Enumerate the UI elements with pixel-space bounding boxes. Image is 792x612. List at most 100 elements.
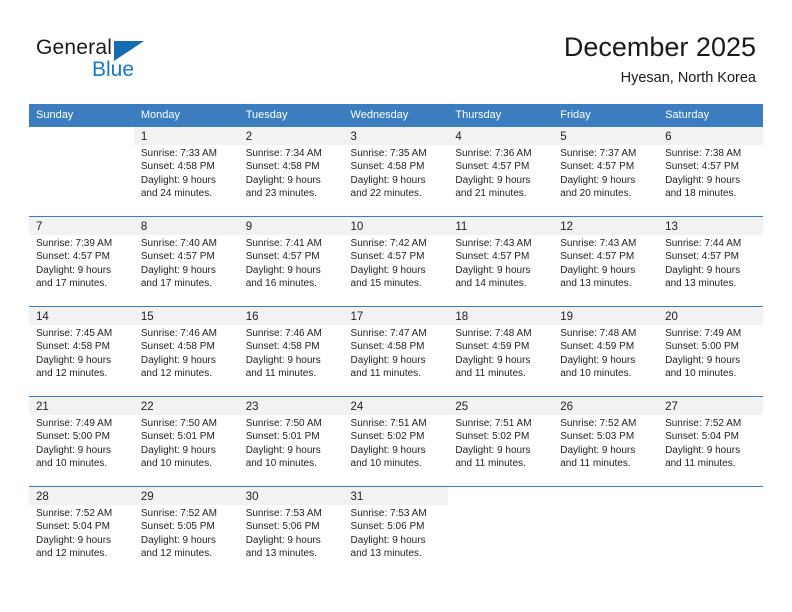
daylight-text-line1: Daylight: 9 hours (245, 354, 321, 366)
calendar-day[interactable]: 19 Sunrise: 7:48 AM Sunset: 4:59 PM Dayligh… (553, 306, 659, 396)
sunrise-text: Sunrise: 7:49 AM (665, 328, 742, 339)
day-details: Sunrise: 7:51 AM Sunset: 5:02 PM Daylight:… (448, 415, 554, 486)
daylight-text-line1: Daylight: 9 hours (455, 354, 531, 366)
sunrise-text: Sunrise: 7:51 AM (455, 418, 532, 429)
sunset-text: Sunset: 4:57 PM (455, 251, 530, 263)
calendar-day[interactable]: 16 Sunrise: 7:46 AM Sunset: 4:58 PM Dayligh… (238, 306, 344, 396)
sunrise-text: Sunrise: 7:33 AM (140, 148, 217, 159)
day-number: 18 (455, 311, 469, 323)
calendar-day[interactable]: 7 Sunrise: 7:39 AM Sunset: 4:57 PM Daylight… (29, 216, 134, 306)
calendar-day[interactable]: 4 Sunrise: 7:36 AM Sunset: 4:57 PM Daylight… (448, 126, 554, 216)
calendar-cell: 3 Sunrise: 7:35 AM Sunset: 4:58 PM Daylight… (343, 126, 449, 216)
calendar-day[interactable]: 27 Sunrise: 7:52 AM Sunset: 5:04 PM Dayligh… (658, 396, 763, 486)
calendar-day[interactable]: 3 Sunrise: 7:35 AM Sunset: 4:58 PM Daylight… (343, 126, 449, 216)
daylight-text-line2: and 10 minutes. (36, 458, 108, 470)
daylight-text-line2: and 16 minutes. (245, 278, 317, 290)
logo-text-general: General (36, 36, 113, 59)
sunrise-text: Sunrise: 7:37 AM (560, 148, 637, 159)
sunset-text: Sunset: 4:57 PM (350, 251, 425, 263)
general-blue-logo[interactable]: General Blue (36, 36, 216, 86)
calendar-cell: 25 Sunrise: 7:51 AM Sunset: 5:02 PM Dayligh… (448, 396, 554, 486)
calendar-day[interactable]: 11 Sunrise: 7:43 AM Sunset: 4:57 PM Dayligh… (448, 216, 554, 306)
daylight-text-line2: and 10 minutes. (350, 458, 422, 470)
calendar-day[interactable]: 25 Sunrise: 7:51 AM Sunset: 5:02 PM Dayligh… (448, 396, 554, 486)
calendar-day[interactable]: 24 Sunrise: 7:51 AM Sunset: 5:02 PM Dayligh… (343, 396, 449, 486)
sunrise-text: Sunrise: 7:46 AM (140, 328, 217, 339)
sunset-text: Sunset: 4:57 PM (560, 251, 635, 263)
sunrise-text: Sunrise: 7:53 AM (350, 508, 427, 519)
day-details: Sunrise: 7:40 AM Sunset: 4:57 PM Daylight:… (133, 235, 239, 306)
calendar-day[interactable]: 1 Sunrise: 7:33 AM Sunset: 4:58 PM Daylight… (133, 126, 239, 216)
calendar-day[interactable]: 13 Sunrise: 7:44 AM Sunset: 4:57 PM Dayligh… (658, 216, 763, 306)
calendar-cell: 28 Sunrise: 7:52 AM Sunset: 5:04 PM Dayligh… (29, 486, 134, 576)
daylight-text-line1: Daylight: 9 hours (560, 444, 636, 456)
calendar-cell (29, 126, 134, 216)
sunset-text: Sunset: 5:01 PM (140, 431, 215, 443)
calendar-day[interactable]: 17 Sunrise: 7:47 AM Sunset: 4:58 PM Dayligh… (343, 306, 449, 396)
day-details: Sunrise: 7:53 AM Sunset: 5:06 PM Daylight:… (343, 505, 449, 576)
calendar-cell: 17 Sunrise: 7:47 AM Sunset: 4:58 PM Dayligh… (343, 306, 449, 396)
calendar-cell (553, 486, 659, 576)
calendar-week-row: 1 Sunrise: 7:33 AM Sunset: 4:58 PM Daylight… (29, 126, 763, 216)
day-number: 5 (560, 131, 567, 143)
calendar-day[interactable]: 10 Sunrise: 7:42 AM Sunset: 4:57 PM Dayligh… (343, 216, 449, 306)
daylight-text-line1: Daylight: 9 hours (140, 174, 216, 186)
calendar-day[interactable]: 22 Sunrise: 7:50 AM Sunset: 5:01 PM Dayligh… (133, 396, 239, 486)
calendar-day[interactable]: 21 Sunrise: 7:49 AM Sunset: 5:00 PM Dayligh… (29, 396, 134, 486)
calendar-day[interactable]: 26 Sunrise: 7:52 AM Sunset: 5:03 PM Dayligh… (553, 396, 659, 486)
calendar-day[interactable]: 18 Sunrise: 7:48 AM Sunset: 4:59 PM Dayligh… (448, 306, 554, 396)
calendar-week-row: 7 Sunrise: 7:39 AM Sunset: 4:57 PM Daylight… (29, 216, 763, 306)
daylight-text-line2: and 23 minutes. (245, 188, 317, 200)
calendar-day[interactable]: 20 Sunrise: 7:49 AM Sunset: 5:00 PM Dayligh… (658, 306, 763, 396)
weekday-header-saturday: Saturday (658, 104, 763, 126)
calendar-day[interactable]: 15 Sunrise: 7:46 AM Sunset: 4:58 PM Dayligh… (133, 306, 239, 396)
calendar-cell: 1 Sunrise: 7:33 AM Sunset: 4:58 PM Daylight… (133, 126, 239, 216)
day-number: 21 (36, 401, 49, 413)
calendar-day[interactable]: 12 Sunrise: 7:43 AM Sunset: 4:57 PM Dayligh… (553, 216, 659, 306)
day-number: 10 (350, 221, 364, 233)
calendar-day[interactable]: 8 Sunrise: 7:40 AM Sunset: 4:57 PM Daylight… (133, 216, 239, 306)
daylight-text-line1: Daylight: 9 hours (36, 354, 112, 366)
day-details: Sunrise: 7:35 AM Sunset: 4:58 PM Daylight:… (343, 145, 449, 216)
daylight-text-line1: Daylight: 9 hours (665, 444, 741, 456)
day-details: Sunrise: 7:47 AM Sunset: 4:58 PM Daylight:… (343, 325, 449, 396)
day-details: Sunrise: 7:52 AM Sunset: 5:05 PM Daylight:… (133, 505, 239, 576)
day-number: 19 (560, 311, 574, 323)
calendar-day[interactable]: 31 Sunrise: 7:53 AM Sunset: 5:06 PM Dayligh… (343, 486, 449, 576)
day-number: 29 (140, 491, 154, 503)
daylight-text-line2: and 12 minutes. (36, 548, 108, 560)
calendar-day[interactable]: 14 Sunrise: 7:45 AM Sunset: 4:58 PM Dayligh… (29, 306, 134, 396)
daylight-text-line2: and 12 minutes. (36, 368, 108, 380)
day-number: 4 (455, 131, 462, 143)
day-details: Sunrise: 7:36 AM Sunset: 4:57 PM Daylight:… (448, 145, 554, 216)
day-number: 27 (665, 401, 678, 413)
calendar-day[interactable]: 6 Sunrise: 7:38 AM Sunset: 4:57 PM Daylight… (658, 126, 763, 216)
page-header: General Blue December 2025 Hyesan, North… (0, 0, 792, 104)
calendar-day[interactable]: 2 Sunrise: 7:34 AM Sunset: 4:58 PM Daylight… (238, 126, 344, 216)
sunset-text: Sunset: 4:58 PM (245, 161, 320, 173)
sunset-text: Sunset: 5:02 PM (350, 431, 425, 443)
sunset-text: Sunset: 5:00 PM (665, 341, 739, 353)
day-number: 15 (140, 311, 154, 323)
daylight-text-line1: Daylight: 9 hours (245, 264, 321, 276)
calendar-day[interactable]: 30 Sunrise: 7:53 AM Sunset: 5:06 PM Dayligh… (238, 486, 344, 576)
daylight-text-line1: Daylight: 9 hours (350, 534, 426, 546)
calendar-day[interactable]: 28 Sunrise: 7:52 AM Sunset: 5:04 PM Dayligh… (29, 486, 134, 576)
calendar-cell: 2 Sunrise: 7:34 AM Sunset: 4:58 PM Daylight… (238, 126, 344, 216)
day-number: 6 (665, 131, 672, 143)
day-details: Sunrise: 7:52 AM Sunset: 5:04 PM Daylight:… (29, 505, 134, 576)
sunrise-text: Sunrise: 7:48 AM (455, 328, 532, 339)
daylight-text-line1: Daylight: 9 hours (140, 354, 216, 366)
calendar-day[interactable]: 5 Sunrise: 7:37 AM Sunset: 4:57 PM Daylight… (553, 126, 659, 216)
day-number: 25 (455, 401, 469, 413)
sunset-text: Sunset: 4:58 PM (245, 341, 320, 353)
calendar-day[interactable]: 23 Sunrise: 7:50 AM Sunset: 5:01 PM Dayligh… (238, 396, 344, 486)
weekday-header-wednesday: Wednesday (343, 104, 449, 126)
daylight-text-line2: and 15 minutes. (350, 278, 422, 290)
calendar-day[interactable]: 9 Sunrise: 7:41 AM Sunset: 4:57 PM Daylight… (238, 216, 344, 306)
day-details: Sunrise: 7:46 AM Sunset: 4:58 PM Daylight:… (238, 325, 344, 396)
day-details (553, 505, 658, 576)
sunrise-text: Sunrise: 7:51 AM (350, 418, 427, 429)
sunrise-text: Sunrise: 7:43 AM (455, 238, 532, 249)
calendar-day[interactable]: 29 Sunrise: 7:52 AM Sunset: 5:05 PM Dayligh… (133, 486, 239, 576)
